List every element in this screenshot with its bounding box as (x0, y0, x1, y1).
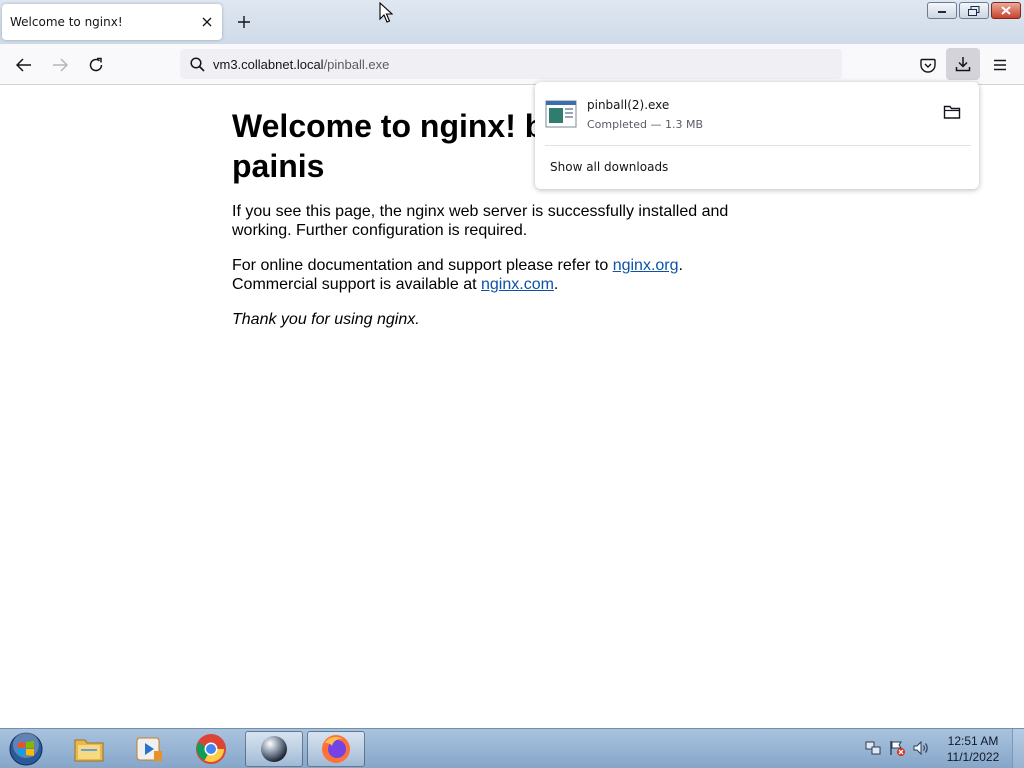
search-icon (190, 56, 205, 72)
window-controls (927, 2, 1021, 19)
network-icon[interactable] (864, 739, 882, 761)
download-status: Completed — 1.3 MB (587, 118, 704, 131)
volume-icon[interactable] (912, 739, 930, 761)
download-arrow-icon (955, 57, 971, 72)
taskbar-clock[interactable]: 12:51 AM 11/1/2022 (940, 733, 1006, 765)
nginx-org-link[interactable]: nginx.org (613, 257, 679, 274)
docs-text-prefix: For online documentation and support ple… (232, 257, 613, 274)
show-all-downloads-button[interactable]: Show all downloads (550, 160, 668, 174)
downloads-divider (545, 145, 971, 146)
show-desktop-button[interactable] (1012, 729, 1024, 768)
browser-titlebar: Welcome to nginx! (0, 0, 1024, 44)
windows-explorer-taskbar-button[interactable] (60, 731, 118, 767)
docs-text-suffix: . (553, 276, 559, 293)
tab-close-icon[interactable] (194, 9, 220, 35)
action-center-flag-icon[interactable] (888, 739, 906, 761)
docs-paragraph: For online documentation and support ple… (232, 256, 752, 294)
chrome-icon (196, 734, 226, 764)
navigation-toolbar: vm3.collabnet.local/pinball.exe (0, 44, 1024, 85)
back-arrow-icon[interactable] (11, 52, 37, 78)
downloads-panel: pinball(2).exe Completed — 1.3 MB Show a… (535, 82, 979, 189)
open-folder-icon[interactable] (943, 104, 963, 122)
hamburger-menu-icon[interactable] (987, 52, 1013, 78)
chrome-taskbar-button[interactable] (182, 731, 240, 767)
address-bar[interactable]: vm3.collabnet.local/pinball.exe (180, 49, 842, 79)
new-tab-plus-icon[interactable] (232, 10, 256, 34)
exe-file-icon (545, 100, 577, 128)
media-player-taskbar-button[interactable] (120, 731, 178, 767)
clock-date: 11/1/2022 (946, 750, 1000, 764)
tab-title: Welcome to nginx! (10, 15, 123, 29)
media-player-icon (136, 737, 162, 761)
start-button[interactable] (6, 730, 46, 768)
forward-arrow-icon[interactable] (47, 52, 73, 78)
clock-time: 12:51 AM (947, 734, 999, 748)
nginx-com-link[interactable]: nginx.com (481, 276, 554, 293)
minimize-button[interactable] (927, 2, 957, 19)
system-tray (864, 739, 930, 761)
pinball-ball-icon (261, 736, 287, 762)
url-text: vm3.collabnet.local/pinball.exe (213, 57, 389, 72)
mouse-cursor-icon (379, 1, 394, 28)
download-item[interactable]: pinball(2).exe Completed — 1.3 MB (545, 96, 973, 136)
reload-icon[interactable] (83, 52, 109, 78)
url-host: vm3.collabnet.local (213, 56, 324, 72)
downloads-button[interactable] (946, 48, 980, 80)
url-path: /pinball.exe (323, 56, 390, 72)
folder-icon (74, 739, 104, 762)
intro-paragraph: If you see this page, the nginx web serv… (232, 203, 729, 239)
thanks-text: Thank you for using nginx. (232, 311, 420, 328)
pinball-taskbar-button[interactable] (245, 731, 303, 767)
close-window-button[interactable] (991, 2, 1021, 19)
tab-welcome-nginx[interactable]: Welcome to nginx! (2, 4, 222, 40)
firefox-icon (322, 735, 350, 763)
firefox-taskbar-button[interactable] (307, 731, 365, 767)
download-filename: pinball(2).exe (587, 98, 670, 112)
restore-button[interactable] (959, 2, 989, 19)
windows-taskbar: 12:51 AM 11/1/2022 (0, 728, 1024, 768)
windows-logo-icon (9, 732, 43, 766)
pocket-icon[interactable] (915, 52, 941, 78)
